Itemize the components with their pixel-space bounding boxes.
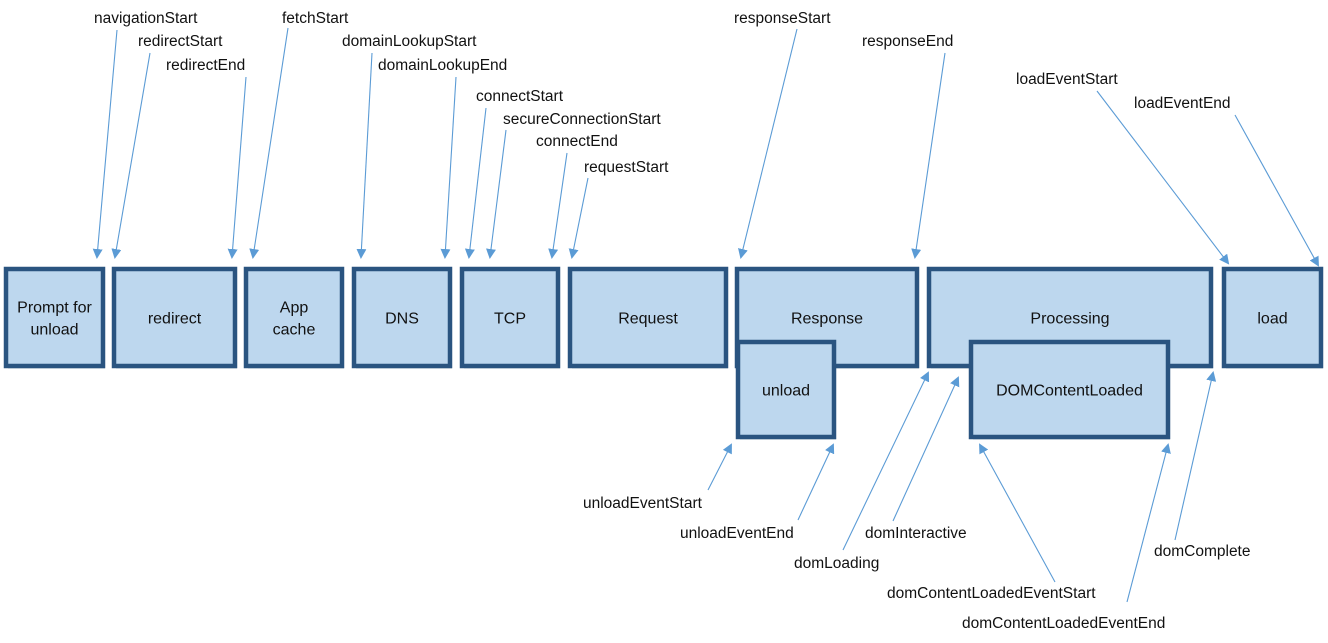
phase-label: Request — [618, 311, 678, 328]
arrow-redirectStart — [111, 52, 151, 259]
event-label-secureConnectionStart: secureConnectionStart — [503, 111, 661, 128]
arrow-domainLookupStart — [356, 52, 373, 259]
event-label-redirectStart: redirectStart — [138, 33, 223, 50]
phase-box-prompt-for-unload: Prompt for unload — [3, 266, 106, 369]
arrow-domInteractive — [892, 376, 960, 522]
event-label-domContentLoadedEventEnd: domContentLoadedEventEnd — [962, 615, 1165, 632]
event-label-unloadEventStart: unloadEventStart — [583, 495, 703, 512]
phase-box-tcp: TCP — [459, 266, 561, 369]
phase-label: DOMContentLoaded — [996, 383, 1143, 400]
phase-label: unload — [762, 383, 810, 400]
arrow-domContentLoadedEventStart — [979, 443, 1056, 583]
phase-box-dns: DNS — [351, 266, 453, 369]
phase-box-rect — [3, 266, 106, 369]
arrow-domContentLoadedEventEnd — [1126, 443, 1171, 603]
navigation-timing-diagram: Prompt for unload redirect App cache DNS TCP Re… — [3, 10, 1324, 632]
event-label-redirectEnd: redirectEnd — [166, 57, 245, 74]
event-label-domLoading: domLoading — [794, 555, 879, 572]
event-label-requestStart: requestStart — [584, 159, 669, 176]
phase-label: Prompt for — [17, 300, 92, 317]
phase-box-domcontentloaded: DOMContentLoaded — [968, 339, 1171, 440]
event-label-domInteractive: domInteractive — [865, 525, 967, 542]
phase-label: cache — [273, 322, 316, 339]
phase-label: redirect — [148, 311, 202, 328]
arrow-loadEventStart — [1096, 90, 1230, 265]
event-label-responseStart: responseStart — [734, 10, 831, 27]
arrow-responseStart — [738, 28, 798, 259]
event-label-domainLookupStart: domainLookupStart — [342, 33, 477, 50]
event-label-navigationStart: navigationStart — [94, 10, 198, 27]
event-label-responseEnd: responseEnd — [862, 33, 953, 50]
phase-label: Response — [791, 311, 863, 328]
phase-label: DNS — [385, 311, 419, 328]
phase-label: unload — [30, 322, 78, 339]
arrow-domLoading — [842, 371, 930, 551]
arrow-redirectEnd — [227, 76, 247, 259]
event-label-domComplete: domComplete — [1154, 543, 1251, 560]
event-label-loadEventStart: loadEventStart — [1016, 71, 1118, 88]
event-label-connectStart: connectStart — [476, 88, 564, 105]
phase-boxes: Prompt for unload redirect App cache DNS TCP Re… — [3, 266, 1324, 440]
arrow-domainLookupEnd — [440, 76, 457, 259]
phase-box-rect — [243, 266, 345, 369]
arrow-responseEnd — [911, 52, 946, 259]
arrow-connectEnd — [548, 152, 568, 259]
arrow-navigationStart — [92, 29, 118, 259]
phase-label: load — [1257, 311, 1287, 328]
arrow-domComplete — [1174, 371, 1217, 541]
phase-box-request: Request — [567, 266, 729, 369]
arrow-connectStart — [464, 107, 487, 259]
event-label-loadEventEnd: loadEventEnd — [1134, 95, 1231, 112]
event-label-unloadEventEnd: unloadEventEnd — [680, 525, 794, 542]
phase-box-load: load — [1221, 266, 1324, 369]
phase-label: TCP — [494, 311, 526, 328]
phase-box-unload: unload — [735, 339, 837, 440]
arrow-secureConnectionStart — [486, 129, 507, 259]
phase-box-redirect: redirect — [111, 266, 238, 369]
arrow-unloadEventEnd — [797, 443, 835, 521]
event-label-fetchStart: fetchStart — [282, 10, 349, 27]
phase-box-app-cache: App cache — [243, 266, 345, 369]
phase-label: Processing — [1030, 311, 1109, 328]
arrow-unloadEventStart — [707, 443, 732, 491]
phase-label: App — [280, 300, 309, 317]
arrow-fetchStart — [249, 27, 289, 259]
event-label-domContentLoadedEventStart: domContentLoadedEventStart — [887, 585, 1096, 602]
arrow-loadEventEnd — [1234, 114, 1319, 267]
event-label-domainLookupEnd: domainLookupEnd — [378, 57, 507, 74]
event-label-connectEnd: connectEnd — [536, 133, 618, 150]
arrow-requestStart — [568, 177, 589, 259]
